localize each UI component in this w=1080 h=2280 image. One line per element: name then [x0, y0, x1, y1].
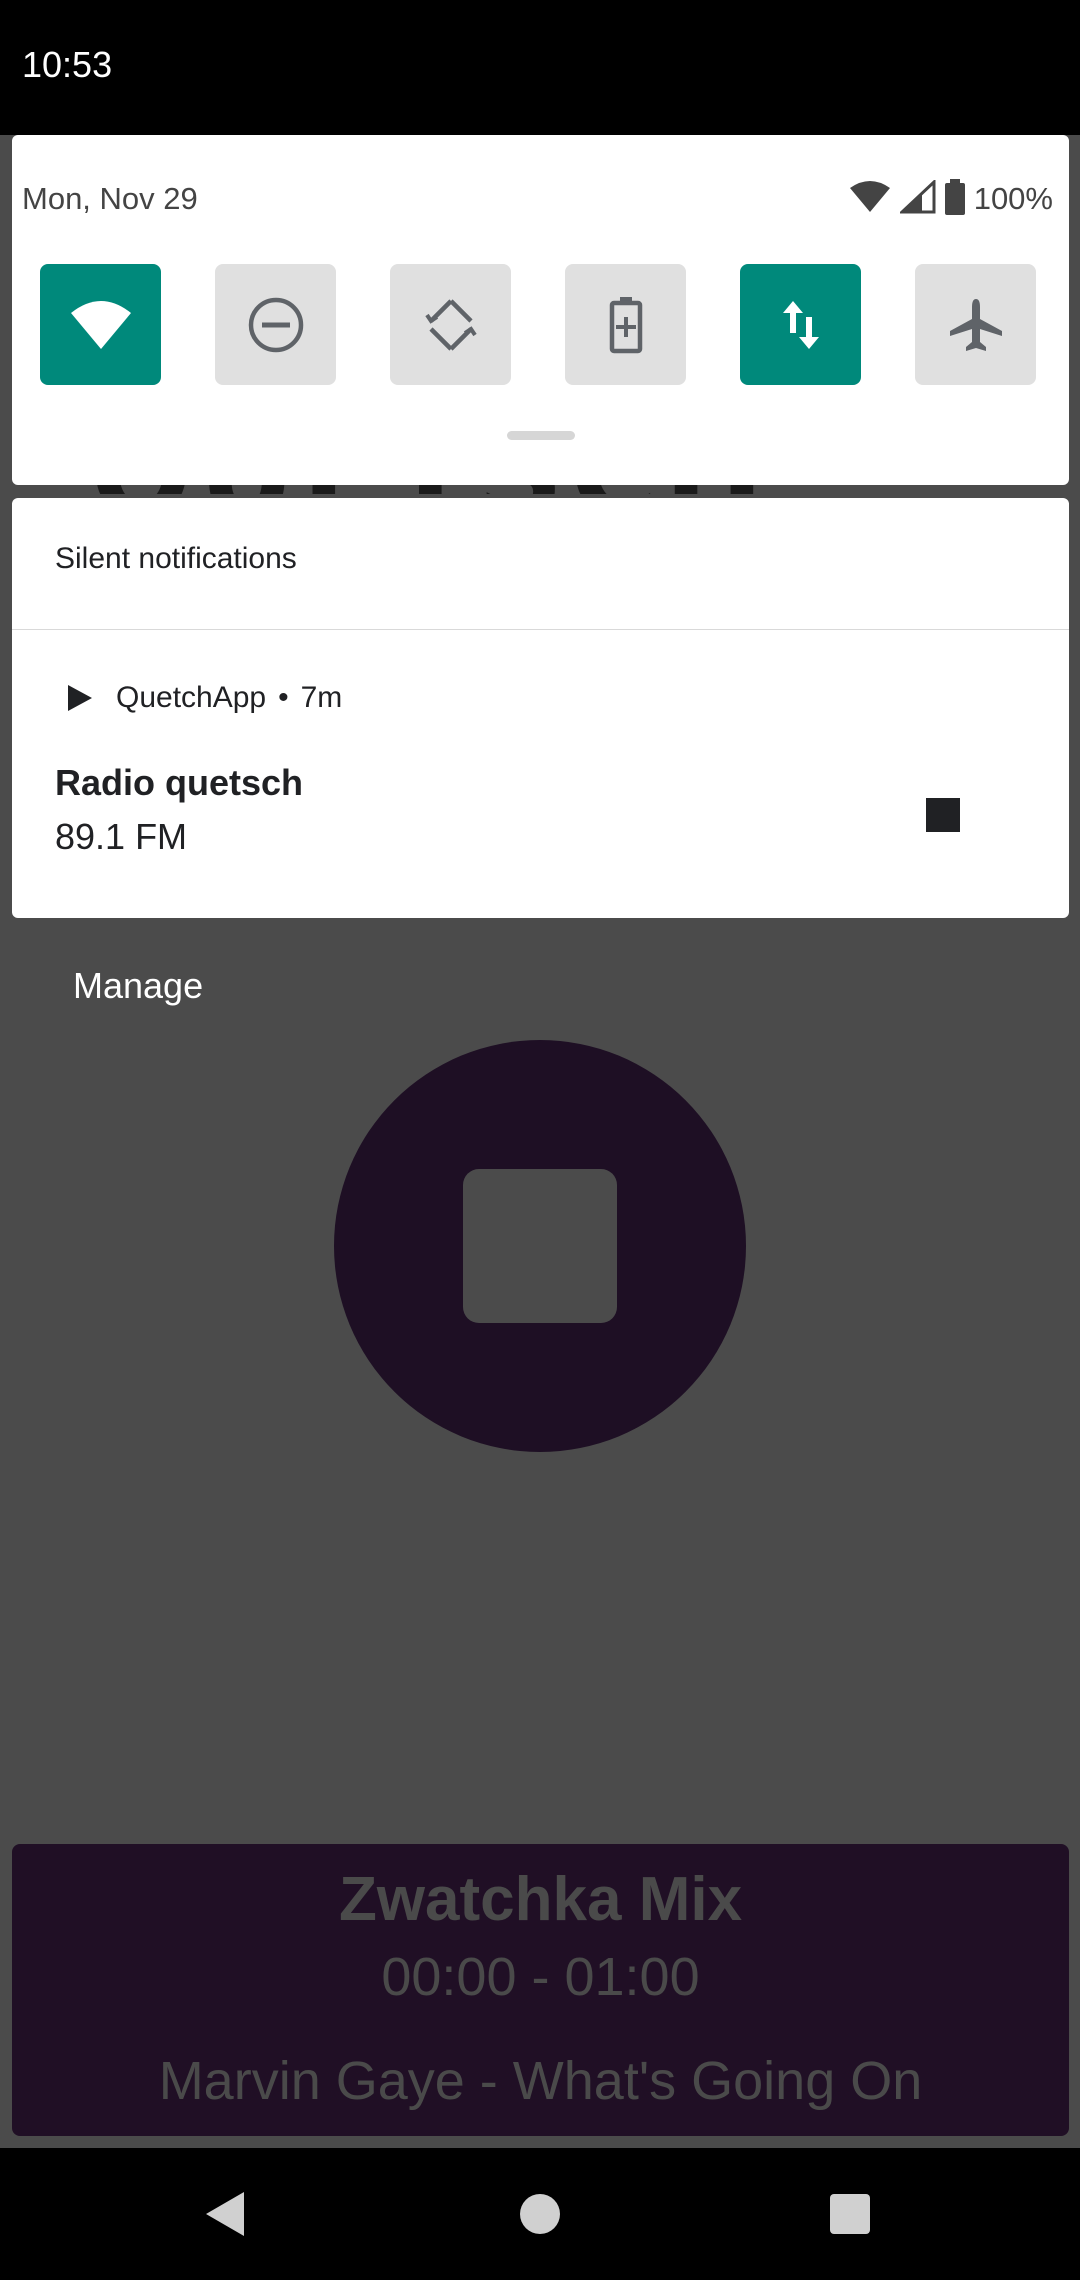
qs-status-icons: 100%: [848, 178, 1053, 219]
separator-dot: •: [278, 681, 289, 714]
manage-notifications-button[interactable]: Manage: [73, 965, 203, 1007]
divider: [12, 629, 1069, 630]
back-icon: [206, 2192, 244, 2236]
qs-expand-handle[interactable]: [507, 431, 575, 440]
recents-button[interactable]: [818, 2182, 882, 2246]
notification-time: 7m: [300, 681, 343, 714]
qs-date[interactable]: Mon, Nov 29: [22, 181, 198, 217]
battery-percent: 100%: [973, 181, 1053, 216]
play-icon: [68, 685, 92, 711]
status-bar: 10:53: [0, 0, 1080, 135]
do-not-disturb-icon: [248, 297, 303, 352]
tile-do-not-disturb[interactable]: [215, 264, 336, 385]
notification-title: Radio quetsch: [55, 762, 304, 803]
navigation-bar: [0, 2148, 1080, 2280]
stop-icon: [463, 1169, 617, 1323]
wifi-icon: [848, 180, 892, 218]
home-button[interactable]: [508, 2182, 572, 2246]
quick-settings-panel: Mon, Nov 29 100%: [12, 135, 1069, 485]
show-title: Zwatchka Mix: [338, 1865, 743, 1934]
stop-icon: [926, 798, 960, 832]
cellular-signal-icon: [897, 178, 936, 218]
airplane-icon: [949, 298, 1002, 351]
notification-app-name: QuetchApp: [116, 681, 267, 714]
notification-app-row: QuetchApp • 7m: [68, 678, 342, 718]
app-stop-button[interactable]: [334, 1040, 746, 1452]
tile-airplane-mode[interactable]: [915, 264, 1036, 385]
tile-battery-saver[interactable]: [565, 264, 686, 385]
notification-text: 89.1 FM: [55, 816, 188, 857]
tile-mobile-data[interactable]: [740, 264, 861, 385]
battery-full-icon: [944, 179, 966, 219]
section-header-silent: Silent notifications: [55, 542, 297, 575]
auto-rotate-icon: [424, 298, 477, 351]
tile-wifi[interactable]: [40, 264, 161, 385]
status-time: 10:53: [22, 44, 113, 85]
show-time: 00:00 - 01:00: [381, 1947, 700, 2007]
notification-card: Silent notifications QuetchApp • 7m Radi…: [12, 498, 1069, 918]
now-playing-card: Zwatchka Mix 00:00 - 01:00 Marvin Gaye -…: [12, 1844, 1069, 2136]
mobile-data-icon: [782, 300, 819, 349]
recents-icon: [830, 2194, 870, 2234]
notification-stop-button[interactable]: [916, 788, 972, 844]
back-button[interactable]: [192, 2182, 256, 2246]
home-icon: [520, 2194, 560, 2234]
current-track: Marvin Gaye - What's Going On: [158, 2051, 923, 2111]
tile-auto-rotate[interactable]: [390, 264, 511, 385]
battery-saver-icon: [609, 296, 642, 353]
wifi-icon: [70, 300, 131, 349]
